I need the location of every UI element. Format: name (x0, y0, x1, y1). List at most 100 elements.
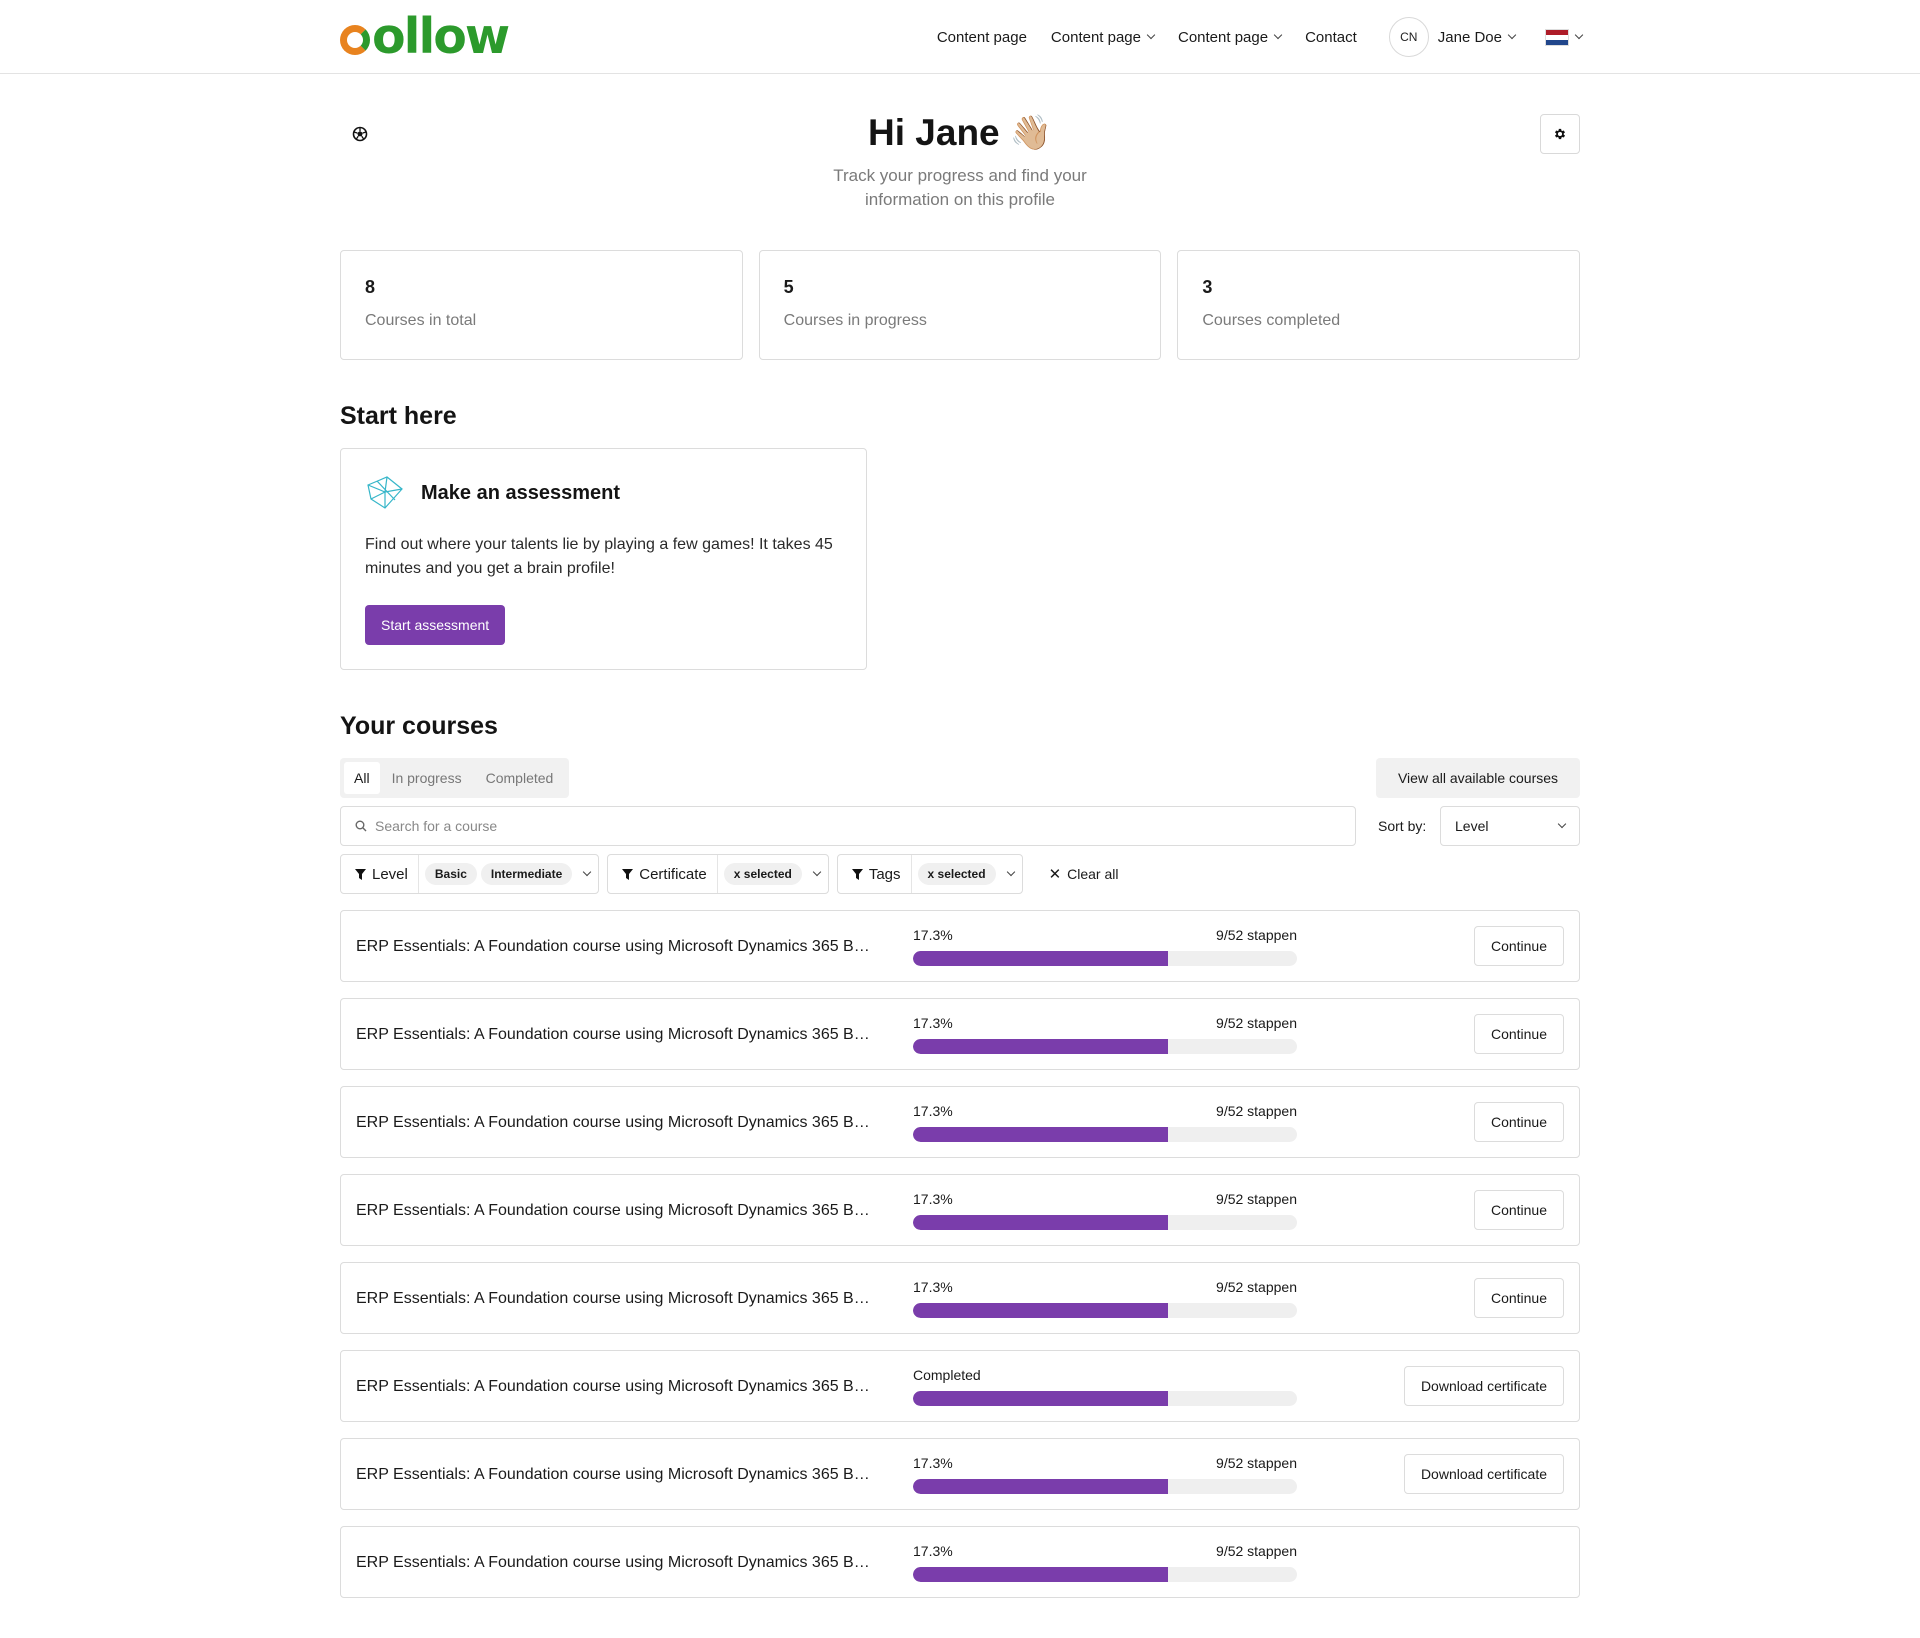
progress-bar (913, 1303, 1297, 1318)
filter-certificate[interactable]: Certificate x selected (607, 854, 829, 894)
filter-tags[interactable]: Tags x selected (836, 854, 1023, 894)
nav-item-content-page-3[interactable]: Content page (1178, 28, 1283, 46)
progress-bar (913, 1479, 1297, 1494)
user-menu[interactable]: CN Jane Doe (1388, 17, 1517, 57)
view-all-courses-button[interactable]: View all available courses (1376, 758, 1580, 798)
course-row[interactable]: ERP Essentials: A Foundation course usin… (340, 1086, 1580, 1158)
course-progress: 17.3% 9/52 stappen (913, 1103, 1297, 1142)
stat-label: Courses in total (365, 312, 477, 329)
download-certificate-button[interactable]: Download certificate (1403, 1366, 1564, 1406)
nav-item-label: Content page (1178, 28, 1269, 46)
filter-chip[interactable]: Intermediate (480, 863, 573, 885)
chevron-down-icon (1146, 30, 1156, 40)
filter-chips: Basic Intermediate (419, 863, 598, 885)
progress-status: 17.3% (913, 1543, 953, 1559)
filter-chip[interactable]: Basic (424, 863, 477, 885)
course-progress: 17.3% 9/52 stappen (913, 1455, 1297, 1494)
sort-label: Sort by: (1378, 818, 1427, 834)
progress-steps: 9/52 stappen (1216, 1455, 1297, 1471)
chevron-down-icon (1507, 30, 1517, 40)
progress-status: 17.3% (913, 1191, 953, 1207)
course-title: ERP Essentials: A Foundation course usin… (356, 1466, 876, 1483)
progress-bar-fill (913, 1303, 1169, 1318)
course-row[interactable]: ERP Essentials: A Foundation course usin… (340, 1526, 1580, 1598)
filter-label: Certificate (639, 865, 707, 883)
stat-card-completed: 3 Courses completed (1177, 250, 1581, 360)
search-icon (355, 820, 367, 832)
course-row[interactable]: ERP Essentials: A Foundation course usin… (340, 1262, 1580, 1334)
progress-steps: 9/52 stappen (1216, 1543, 1297, 1559)
progress-bar (913, 1567, 1297, 1582)
profile-greeting: Hi Jane 👋🏼 Track your progress and find … (660, 110, 1260, 212)
start-assessment-button[interactable]: Start assessment (365, 605, 506, 645)
course-row[interactable]: ERP Essentials: A Foundation course usin… (340, 998, 1580, 1070)
language-selector[interactable] (1545, 28, 1584, 46)
course-search (340, 806, 1356, 846)
nav-item-label: Content page (1050, 28, 1141, 46)
course-progress: 17.3% 9/52 stappen (913, 1543, 1297, 1582)
progress-steps: 9/52 stappen (1216, 1279, 1297, 1295)
course-list: ERP Essentials: A Foundation course usin… (340, 910, 1580, 1614)
course-progress: Completed (913, 1367, 1297, 1406)
filter-icon (355, 868, 366, 880)
soccer-ball-icon (352, 126, 368, 142)
course-progress: 17.3% 9/52 stappen (913, 1015, 1297, 1054)
course-row[interactable]: ERP Essentials: A Foundation course usin… (340, 1350, 1580, 1422)
tab-all[interactable]: All (344, 762, 380, 794)
progress-bar (913, 1391, 1297, 1406)
course-title: ERP Essentials: A Foundation course usin… (356, 1378, 876, 1395)
filter-bar: Level Basic Intermediate Certificate x s… (340, 854, 1119, 894)
prism-icon (367, 476, 403, 509)
course-progress: 17.3% 9/52 stappen (913, 927, 1297, 966)
tab-completed[interactable]: Completed (474, 762, 566, 794)
course-row[interactable]: ERP Essentials: A Foundation course usin… (340, 1174, 1580, 1246)
clear-all-filters-button[interactable]: ✕ Clear all (1049, 865, 1119, 883)
chevron-down-icon (583, 867, 592, 877)
logo[interactable]: ollow (340, 8, 510, 65)
settings-button[interactable] (1540, 114, 1580, 154)
continue-button[interactable]: Continue (1473, 1102, 1564, 1142)
continue-button[interactable]: Continue (1473, 1014, 1564, 1054)
download-certificate-button[interactable]: Download certificate (1403, 1454, 1564, 1494)
chevron-down-icon (812, 867, 822, 877)
filter-icon (851, 868, 863, 880)
filter-chip[interactable]: x selected (917, 863, 996, 885)
search-input[interactable] (375, 818, 1275, 834)
filter-label: Level (372, 865, 408, 883)
stat-value: 5 (783, 277, 794, 297)
filter-chip[interactable]: x selected (723, 863, 802, 885)
progress-steps: 9/52 stappen (1216, 1191, 1297, 1207)
progress-status: Completed (913, 1367, 981, 1383)
logo-text: ollow (372, 8, 510, 65)
avatar: CN (1388, 17, 1429, 57)
tab-in-progress[interactable]: In progress (380, 762, 474, 794)
progress-status: 17.3% (913, 1455, 953, 1471)
filter-level[interactable]: Level Basic Intermediate (340, 854, 600, 894)
nav-item-label: Content page (936, 28, 1027, 46)
chevron-down-icon (1574, 30, 1584, 40)
sort-select[interactable]: Level (1440, 806, 1580, 846)
stat-value: 8 (365, 277, 376, 297)
continue-button[interactable]: Continue (1473, 926, 1564, 966)
stat-label: Courses in progress (783, 312, 927, 329)
clear-all-label: Clear all (1067, 866, 1119, 882)
your-courses-heading: Your courses (340, 712, 498, 740)
netherlands-flag-icon (1545, 28, 1569, 46)
close-icon: ✕ (1048, 866, 1062, 883)
progress-status: 17.3% (913, 1015, 953, 1031)
progress-bar-fill (913, 1567, 1169, 1582)
nav-item-content-page-2[interactable]: Content page (1050, 28, 1156, 46)
progress-steps: 9/52 stappen (1216, 927, 1297, 943)
continue-button[interactable]: Continue (1473, 1190, 1564, 1230)
waving-hand-icon: 👋🏼 (1009, 114, 1052, 152)
nav-item-contact[interactable]: Contact (1305, 29, 1357, 46)
course-progress: 17.3% 9/52 stappen (913, 1191, 1297, 1230)
assessment-title: Make an assessment (421, 481, 621, 504)
continue-button[interactable]: Continue (1473, 1278, 1564, 1318)
nav-item-content-page-1[interactable]: Content page (937, 29, 1027, 46)
course-row[interactable]: ERP Essentials: A Foundation course usin… (340, 910, 1580, 982)
chevron-down-icon (1557, 819, 1567, 829)
course-row[interactable]: ERP Essentials: A Foundation course usin… (340, 1438, 1580, 1510)
filter-chips: x selected (718, 863, 828, 885)
progress-bar-fill (913, 1127, 1169, 1142)
